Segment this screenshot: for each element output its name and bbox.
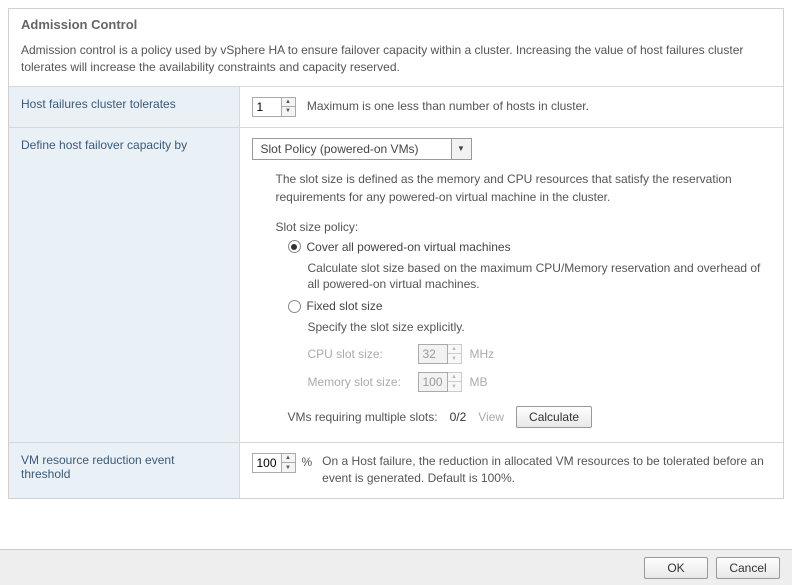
slot-inputs: CPU slot size: ▲ ▼ MHz Memory slot size: xyxy=(308,344,772,392)
vm-slots-row: VMs requiring multiple slots: 0/2 View C… xyxy=(288,406,772,428)
failover-capacity-label: Define host failover capacity by xyxy=(9,127,239,442)
reduction-label: VM resource reduction event threshold xyxy=(9,442,239,497)
spinner-down-icon: ▼ xyxy=(448,353,462,364)
spinner-up-icon: ▲ xyxy=(448,344,462,354)
slot-policy-label: Slot size policy: xyxy=(276,220,772,234)
radio-fixed[interactable]: Fixed slot size xyxy=(288,299,772,313)
mem-slot-input xyxy=(418,372,448,392)
host-failures-spinner[interactable]: ▲ ▼ xyxy=(252,97,296,117)
cancel-button[interactable]: Cancel xyxy=(716,557,780,579)
radio-icon xyxy=(288,300,301,313)
vm-slots-label: VMs requiring multiple slots: xyxy=(288,410,438,424)
mem-slot-label: Memory slot size: xyxy=(308,375,418,389)
chevron-down-icon[interactable]: ▼ xyxy=(452,138,472,160)
spinner-down-icon[interactable]: ▼ xyxy=(282,462,296,473)
reduction-input[interactable] xyxy=(252,453,282,473)
cpu-slot-row: CPU slot size: ▲ ▼ MHz xyxy=(308,344,772,364)
reduction-desc: On a Host failure, the reduction in allo… xyxy=(322,453,771,488)
reduction-row: VM resource reduction event threshold ▲ … xyxy=(9,442,783,497)
cpu-slot-input xyxy=(418,344,448,364)
calculate-button[interactable]: Calculate xyxy=(516,406,592,428)
radio-icon xyxy=(288,240,301,253)
spinner-up-icon[interactable]: ▲ xyxy=(282,97,296,107)
ok-button[interactable]: OK xyxy=(644,557,708,579)
spinner-up-icon[interactable]: ▲ xyxy=(282,453,296,463)
fixed-desc: Specify the slot size explicitly. xyxy=(308,319,772,336)
reduction-spinner[interactable]: ▲ ▼ xyxy=(252,453,296,473)
host-failures-label: Host failures cluster tolerates xyxy=(9,86,239,127)
radio-cover-all[interactable]: Cover all powered-on virtual machines xyxy=(288,240,772,254)
section-title: Admission Control xyxy=(9,9,783,38)
failover-capacity-row: Define host failover capacity by Slot Po… xyxy=(9,127,783,442)
vm-slots-value: 0/2 xyxy=(450,410,467,424)
failover-dropdown-value[interactable]: Slot Policy (powered-on VMs) xyxy=(252,138,452,160)
cpu-slot-label: CPU slot size: xyxy=(308,347,418,361)
spinner-down-icon[interactable]: ▼ xyxy=(282,106,296,117)
mem-slot-spinner: ▲ ▼ xyxy=(418,372,462,392)
description-text: Admission control is a policy used by vS… xyxy=(9,38,783,86)
view-link: View xyxy=(478,410,504,424)
failover-dropdown[interactable]: Slot Policy (powered-on VMs) ▼ xyxy=(252,138,472,160)
cover-all-desc: Calculate slot size based on the maximum… xyxy=(308,260,772,294)
dialog-footer: OK Cancel xyxy=(0,549,792,585)
host-failures-hint: Maximum is one less than number of hosts… xyxy=(307,99,589,113)
reduction-unit: % xyxy=(302,455,313,469)
host-failures-row: Host failures cluster tolerates ▲ ▼ Maxi… xyxy=(9,86,783,127)
cpu-slot-unit: MHz xyxy=(470,347,495,361)
slot-desc: The slot size is defined as the memory a… xyxy=(276,170,772,206)
spinner-down-icon: ▼ xyxy=(448,381,462,392)
panel: Admission Control Admission control is a… xyxy=(8,8,784,499)
mem-slot-unit: MB xyxy=(470,375,488,389)
mem-slot-row: Memory slot size: ▲ ▼ MB xyxy=(308,372,772,392)
radio-cover-all-label: Cover all powered-on virtual machines xyxy=(307,240,511,254)
cpu-slot-spinner: ▲ ▼ xyxy=(418,344,462,364)
spinner-up-icon: ▲ xyxy=(448,372,462,382)
settings-table: Host failures cluster tolerates ▲ ▼ Maxi… xyxy=(9,86,783,498)
radio-fixed-label: Fixed slot size xyxy=(307,299,383,313)
host-failures-input[interactable] xyxy=(252,97,282,117)
